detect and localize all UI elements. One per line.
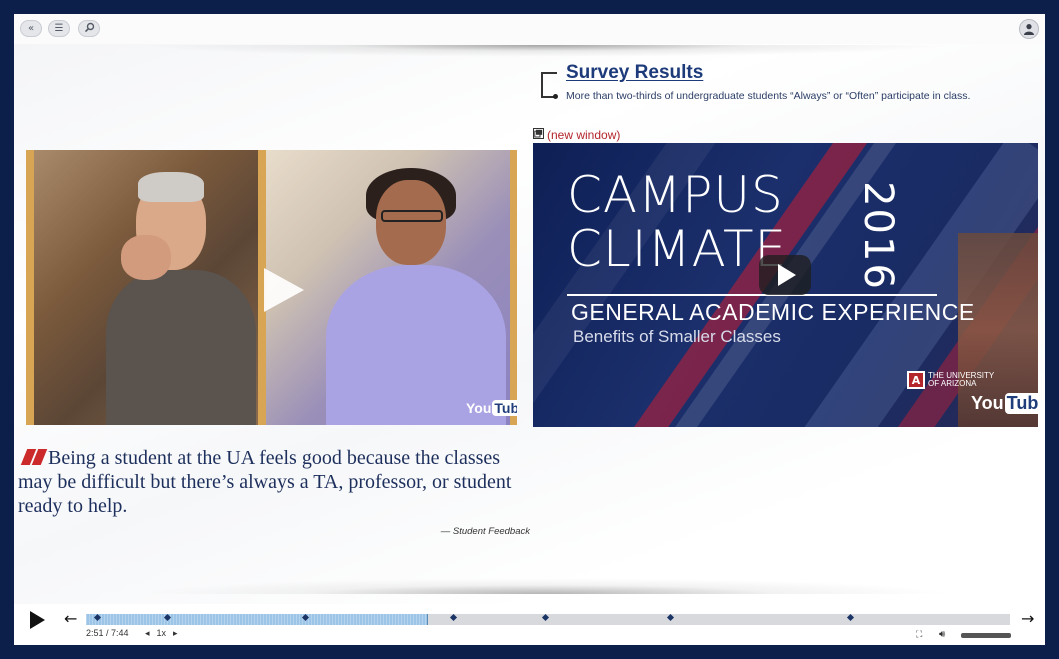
youtube-tube-text: Tube	[492, 400, 517, 416]
heading-bullet	[553, 94, 558, 99]
chapter-marker[interactable]	[846, 613, 855, 622]
youtube-logo[interactable]: You Tube	[971, 393, 1038, 414]
youtube-logo[interactable]: You Tube	[466, 400, 517, 416]
chapter-marker[interactable]	[449, 613, 458, 622]
video-year: 2016	[854, 181, 901, 291]
volume-icon[interactable]: 🔊︎	[939, 629, 945, 640]
menu-button[interactable]: ☰	[48, 20, 70, 37]
playback-rate: 1x	[156, 628, 167, 638]
ua-logo-line2: OF ARIZONA	[928, 379, 977, 388]
quote-attribution: — Student Feedback	[440, 526, 530, 537]
quote-text: Being a student at the UA feels good bec…	[18, 447, 512, 517]
presentation-player-bar: ← → 2:51 / 7:44 ◂ 1x ▸ ⛶ 🔊︎	[14, 604, 1045, 645]
student-glasses	[381, 210, 443, 222]
user-account-button[interactable]	[1019, 19, 1039, 39]
rate-increase-icon[interactable]: ▸	[173, 628, 178, 639]
play-icon	[778, 264, 796, 286]
student-head	[376, 180, 446, 265]
play-button[interactable]	[30, 611, 45, 629]
course-frame: « ☰ Survey Results More than two-thirds …	[14, 14, 1045, 645]
footer-divider	[134, 578, 954, 594]
previous-arrow-icon[interactable]: ←	[64, 609, 77, 628]
user-icon	[1023, 20, 1035, 39]
title-rule	[567, 294, 937, 296]
survey-results-subtitle: More than two-thirds of undergraduate st…	[566, 90, 971, 102]
youtube-you-text: You	[466, 400, 492, 416]
timeline-scrubber[interactable]	[86, 613, 1010, 625]
youtube-play-button[interactable]	[759, 255, 811, 295]
header-divider	[134, 45, 954, 57]
rate-decrease-icon[interactable]: ◂	[145, 628, 150, 639]
playback-rate-control[interactable]: ◂ 1x ▸	[145, 628, 178, 639]
top-toolbar: « ☰	[14, 14, 1045, 44]
ua-logo-mark: A	[907, 371, 925, 389]
survey-results-title: Survey Results	[566, 62, 704, 83]
video-subtitle: GENERAL ACADEMIC EXPERIENCE	[571, 299, 975, 325]
new-window-icon	[533, 128, 544, 142]
time-readout: 2:51 / 7:44	[86, 628, 129, 638]
play-icon[interactable]	[264, 268, 304, 312]
campus-climate-video-player[interactable]: CAMPUS CLIMATE 2016 GENERAL ACADEMIC EXP…	[533, 143, 1038, 427]
next-arrow-icon[interactable]: →	[1021, 609, 1034, 628]
video-subtitle-2: Benefits of Smaller Classes	[573, 327, 781, 346]
search-button[interactable]	[78, 20, 100, 37]
fullscreen-icon[interactable]: ⛶	[916, 630, 922, 640]
new-window-label: (new window)	[547, 128, 621, 142]
youtube-tube-text: Tube	[1004, 393, 1038, 414]
video-title-line1: CAMPUS	[567, 166, 784, 224]
chapter-marker[interactable]	[666, 613, 675, 622]
professor-figure	[106, 270, 256, 425]
chapter-marker[interactable]	[541, 613, 550, 622]
professor-hair	[138, 172, 204, 202]
list-menu-icon: ☰	[54, 23, 64, 34]
volume-slider[interactable]	[961, 633, 1011, 638]
double-chevron-left-icon: «	[27, 23, 35, 34]
student-quote: Being a student at the UA feels good bec…	[18, 446, 530, 537]
timeline-progress	[86, 614, 428, 625]
student-video-player[interactable]: You Tube	[26, 150, 517, 425]
quote-icon	[18, 449, 48, 465]
collapse-button[interactable]: «	[20, 20, 42, 37]
video-title-line2: CLIMATE	[567, 220, 788, 278]
new-window-link[interactable]: (new window)	[533, 128, 620, 142]
youtube-you-text: You	[971, 393, 1004, 413]
heading-bracket-top	[541, 72, 557, 74]
university-of-arizona-logo: A THE UNIVERSITY OF ARIZONA	[907, 371, 994, 389]
quote-paragraph: Being a student at the UA feels good bec…	[18, 446, 530, 518]
search-icon	[84, 22, 95, 36]
professor-hands	[121, 235, 171, 280]
